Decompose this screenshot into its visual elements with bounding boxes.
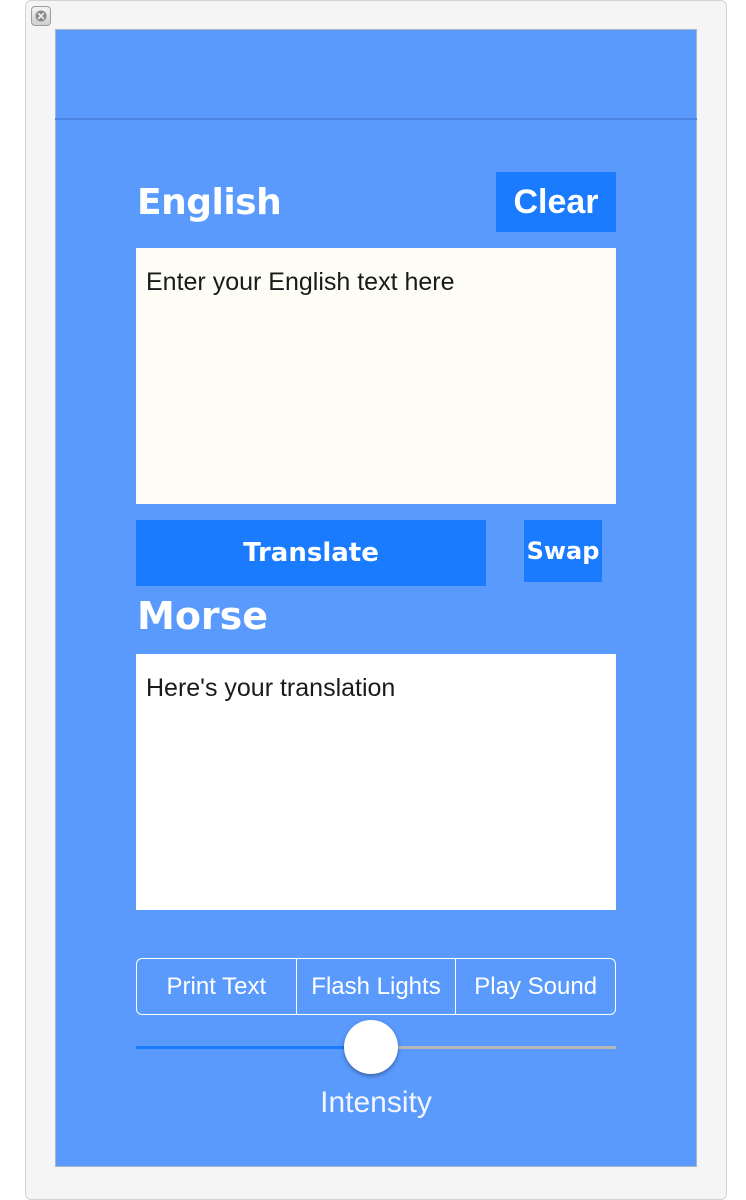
segment-flash-lights[interactable]: Flash Lights xyxy=(297,959,457,1014)
slider-thumb[interactable] xyxy=(344,1020,398,1074)
close-icon[interactable] xyxy=(31,6,51,26)
slider-track-filled xyxy=(136,1046,371,1049)
english-label: English xyxy=(137,182,282,223)
clear-button[interactable]: Clear xyxy=(496,172,616,232)
intensity-label: Intensity xyxy=(320,1086,432,1119)
english-text-input[interactable]: Enter your English text here xyxy=(136,248,616,504)
translate-button[interactable]: Translate xyxy=(136,520,486,586)
slider-track-remaining xyxy=(371,1046,616,1049)
swap-button[interactable]: Swap xyxy=(524,520,602,582)
segment-print-text[interactable]: Print Text xyxy=(137,959,297,1014)
segment-play-sound[interactable]: Play Sound xyxy=(456,959,615,1014)
morse-label: Morse xyxy=(137,594,269,638)
output-mode-segmented-control: Print Text Flash Lights Play Sound xyxy=(136,958,616,1015)
morse-output-field[interactable]: Here's your translation xyxy=(136,654,616,910)
intensity-slider[interactable] xyxy=(136,1020,616,1074)
navigation-bar xyxy=(55,29,697,120)
close-x-glyph xyxy=(35,10,47,22)
